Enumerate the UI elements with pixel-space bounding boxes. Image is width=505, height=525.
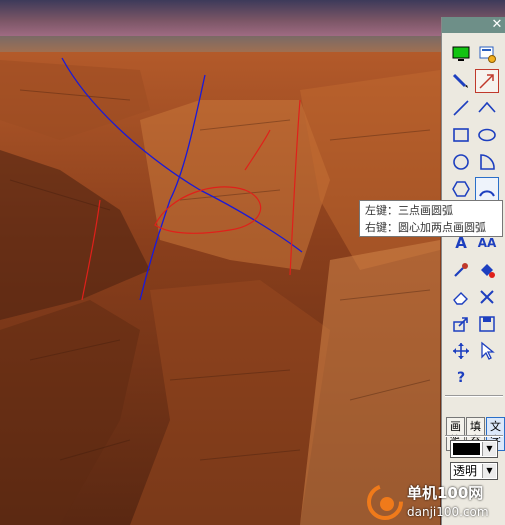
help-icon: ? [456,370,466,386]
fill-icon [481,264,495,278]
rectangle-button[interactable] [449,123,473,147]
arc-tool-tooltip: 左键：三点画圆弧 右键：圆心加两点画圆弧 [359,200,503,237]
tooltip-line-left-click: 左键：三点画圆弧 [365,204,453,217]
pipette-button[interactable] [449,258,473,282]
polyline-icon [478,101,496,113]
circle-button[interactable] [449,150,473,174]
screen-button[interactable] [449,42,473,66]
transparency-select[interactable]: 透明 ▼ [450,462,498,480]
arc-button[interactable] [475,177,499,201]
tooltip-line-right-click: 右键：圆心加两点画圆弧 [365,221,486,234]
sector-icon [480,154,495,170]
eraser-button[interactable] [449,285,473,309]
pen-button[interactable] [449,69,473,93]
pipette-icon [454,263,468,277]
pointer-button[interactable] [475,339,499,363]
watermark-title: 单机100网 [407,484,484,502]
toolbar-separator [445,435,503,437]
ellipse-button[interactable] [475,123,499,147]
chevron-down-icon: ▼ [482,464,496,478]
delete-button[interactable] [475,285,499,309]
transparency-value: 透明 [453,464,478,478]
move-button[interactable] [449,339,473,363]
drawing-toolbar: ✕ A AA ? 画 填 文 ▼ 透明 ▼ [441,17,505,525]
export-button[interactable] [449,312,473,336]
canyon-background-photo [0,0,505,525]
eraser-icon [453,292,468,305]
settings-icon [479,46,496,63]
site-watermark: 单机100网 danji100.com [360,480,505,525]
line-button[interactable] [449,96,473,120]
polyline-button[interactable] [475,96,499,120]
watermark-url: danji100.com [407,505,489,519]
toolbar-titlebar: ✕ [442,17,505,33]
hexagon-icon [452,181,470,197]
export-icon [453,317,468,332]
settings-button[interactable] [475,42,499,66]
arrow-line-button[interactable] [475,69,499,93]
line-icon [453,100,469,116]
close-button[interactable]: ✕ [490,18,504,32]
arc-icon [479,190,495,197]
fill-button[interactable] [475,258,499,282]
circle-icon [453,154,469,170]
toolbar-separator [445,395,503,397]
delete-icon [480,290,494,304]
sector-button[interactable] [475,150,499,174]
help-button[interactable]: ? [449,366,473,390]
save-button[interactable] [475,312,499,336]
color-select[interactable]: ▼ [450,440,498,458]
rectangle-icon [453,128,469,142]
hexagon-button[interactable] [449,177,473,201]
color-swatch [453,443,480,455]
chevron-down-icon: ▼ [482,442,496,456]
move-icon [453,343,469,359]
save-icon [479,316,495,332]
pointer-icon [481,341,495,360]
ellipse-icon [478,128,496,142]
arrow-line-icon [479,74,494,89]
screen-icon [452,46,470,61]
pen-icon [452,73,468,88]
watermark-logo-icon [367,484,403,520]
